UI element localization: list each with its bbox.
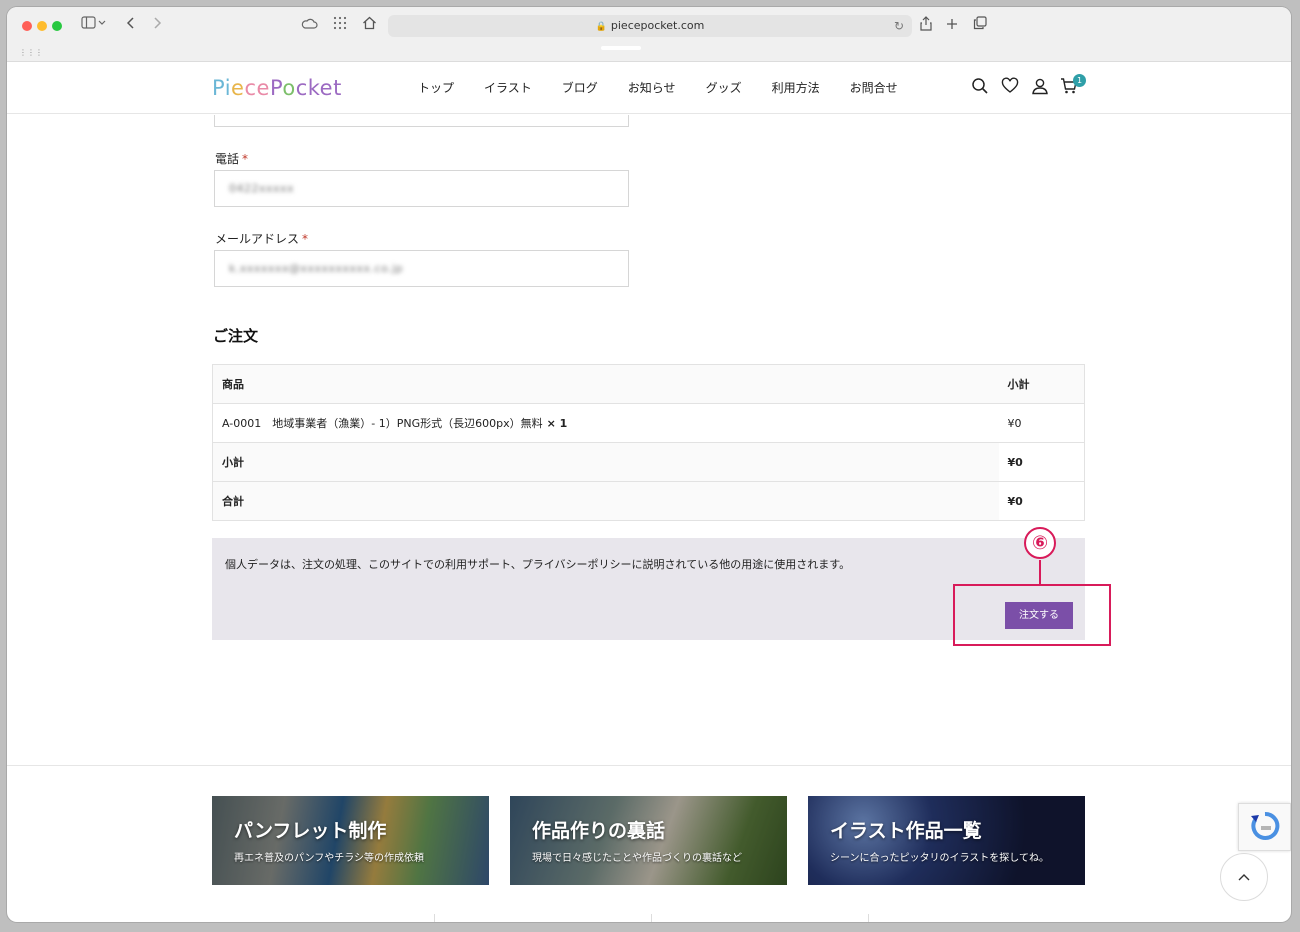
required-mark: * [242, 152, 249, 166]
order-section-title: ご注文 [213, 327, 259, 345]
favorites-grid-icon[interactable]: ⋮⋮⋮ [19, 48, 43, 57]
home-icon[interactable] [359, 16, 379, 36]
apps-grid-icon[interactable] [330, 16, 350, 36]
zoom-window-button[interactable] [52, 21, 62, 31]
banner-title: イラスト作品一覧 [830, 820, 982, 842]
product-cell: A-0001 地域事業者（漁業）- 1）PNG形式（長辺600px）無料 × 1 [212, 403, 999, 443]
share-icon[interactable] [917, 16, 935, 36]
table-row: A-0001 地域事業者（漁業）- 1）PNG形式（長辺600px）無料 × 1 … [212, 403, 1085, 443]
product-price: ¥0 [998, 403, 1085, 443]
email-value: k.xxxxxxx@xxxxxxxxxx.co.jp [229, 262, 404, 275]
banner-title: 作品作りの裏話 [532, 820, 666, 842]
phone-value: 0422xxxxx [229, 182, 295, 195]
total-label: 合計 [212, 481, 999, 521]
product-quantity: × 1 [546, 417, 568, 430]
total-value: ¥0 [1007, 494, 1023, 508]
lock-icon: 🔒 [595, 22, 607, 32]
address-bar[interactable]: 🔒 piecepocket.com ↻ [388, 15, 912, 37]
callout-line [1039, 560, 1041, 584]
logo-text-6: cket [295, 76, 342, 100]
search-icon[interactable] [971, 77, 993, 99]
footer-divider [7, 765, 1291, 766]
footer-divider-tick [868, 914, 869, 922]
previous-field-bottom[interactable] [214, 115, 629, 127]
order-review-table: 商品 小計 A-0001 地域事業者（漁業）- 1）PNG形式（長辺600px）… [212, 364, 1085, 521]
recaptcha-badge[interactable] [1238, 803, 1291, 851]
logo-text-5: o [282, 76, 296, 100]
back-icon[interactable] [123, 16, 139, 36]
subtotal-value: ¥0 [998, 442, 1085, 482]
banner-title: パンフレット制作 [234, 820, 387, 842]
logo-text-3: ce [244, 76, 270, 100]
subtotal-label: 小計 [212, 442, 999, 482]
total-row: 合計 ¥0 [212, 481, 1085, 521]
phone-input[interactable]: 0422xxxxx [214, 170, 629, 207]
logo-text-1: Pi [212, 76, 232, 100]
email-label: メールアドレス * [215, 232, 309, 246]
callout-highlight-box [953, 584, 1111, 646]
forward-icon[interactable] [149, 16, 165, 36]
footer-divider-tick [434, 914, 435, 922]
nav-goods[interactable]: グッズ [691, 62, 757, 114]
account-icon[interactable] [1031, 77, 1053, 99]
browser-window: 🔒 piecepocket.com ↻ ⋮⋮⋮ PiecePocket トップ イ… [7, 7, 1291, 922]
callout-step-number: ⑥ [1024, 527, 1056, 559]
url-text: piecepocket.com [610, 19, 705, 32]
scroll-to-top-button[interactable] [1220, 853, 1268, 901]
footer-divider-tick [651, 914, 652, 922]
subtotal-header: 小計 [998, 364, 1085, 404]
product-header: 商品 [212, 364, 999, 404]
logo-text-4: P [269, 76, 283, 100]
sidebar-toggle-icon[interactable] [79, 16, 109, 36]
nav-illust[interactable]: イラスト [469, 62, 547, 114]
required-mark: * [302, 232, 309, 246]
product-name: A-0001 地域事業者（漁業）- 1）PNG形式（長辺600px）無料 [222, 417, 543, 430]
heart-icon[interactable] [1001, 77, 1023, 99]
subtotal-row: 小計 ¥0 [212, 442, 1085, 482]
new-tab-icon[interactable] [943, 16, 961, 36]
site-header: PiecePocket トップ イラスト ブログ お知らせ グッズ 利用方法 お… [7, 62, 1291, 114]
main-nav: トップ イラスト ブログ お知らせ グッズ 利用方法 お問合せ [403, 62, 913, 114]
nav-contact[interactable]: お問合せ [835, 62, 913, 114]
phone-label: 電話 * [215, 152, 249, 166]
nav-top[interactable]: トップ [403, 62, 469, 114]
cloud-icon[interactable] [299, 16, 319, 36]
banner-subtitle: 再エネ普及のパンフやチラシ等の作成依頼 [234, 853, 424, 864]
logo-text-2: e [231, 76, 245, 100]
tab-indicator [601, 46, 641, 50]
reload-icon[interactable]: ↻ [894, 15, 904, 37]
close-window-button[interactable] [22, 21, 32, 31]
privacy-notice: 個人データは、注文の処理、このサイトでの利用サポート、プライバシーポリシーに説明… [225, 558, 851, 571]
banner-subtitle: 現場で日々感じたことや作品づくりの裏話など [532, 853, 742, 864]
browser-toolbar: 🔒 piecepocket.com ↻ ⋮⋮⋮ [7, 7, 1291, 62]
site-logo[interactable]: PiecePocket [212, 76, 342, 100]
table-header-row: 商品 小計 [212, 364, 1085, 404]
email-input[interactable]: k.xxxxxxx@xxxxxxxxxx.co.jp [214, 250, 629, 287]
banner-behind-the-scenes[interactable]: 作品作りの裏話 現場で日々感じたことや作品づくりの裏話など [510, 796, 787, 885]
tab-overview-icon[interactable] [971, 16, 989, 36]
minimize-window-button[interactable] [37, 21, 47, 31]
cart-count-badge: 1 [1073, 74, 1086, 87]
banner-pamphlet[interactable]: パンフレット制作 再エネ普及のパンフやチラシ等の作成依頼 [212, 796, 489, 885]
nav-howto[interactable]: 利用方法 [757, 62, 835, 114]
nav-news[interactable]: お知らせ [613, 62, 691, 114]
banner-subtitle: シーンに合ったピッタリのイラストを探してね。 [830, 853, 1049, 864]
nav-blog[interactable]: ブログ [547, 62, 613, 114]
banner-illust-list[interactable]: イラスト作品一覧 シーンに合ったピッタリのイラストを探してね。 [808, 796, 1085, 885]
